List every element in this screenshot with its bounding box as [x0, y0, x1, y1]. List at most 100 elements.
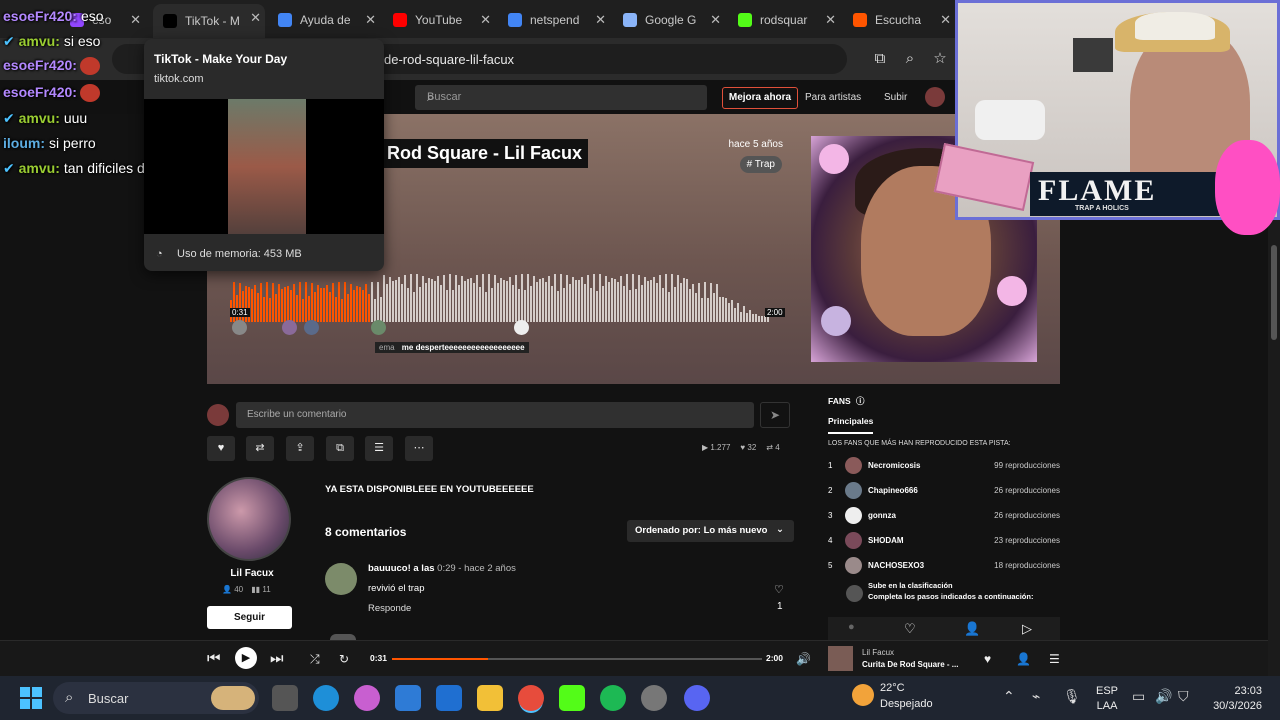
browser-tab[interactable]: netspend ✕: [498, 6, 610, 34]
fan-row[interactable]: 2 Chapineo666 26 reproducciones: [828, 482, 1060, 500]
comment-timestamp[interactable]: 0:29: [437, 563, 456, 574]
waveform-comment-avatar[interactable]: [304, 320, 319, 335]
fan-row[interactable]: 3 gonnza 26 reproducciones: [828, 507, 1060, 525]
bookmark-star-icon[interactable]: ☆: [930, 49, 950, 69]
close-tab-icon[interactable]: ✕: [825, 12, 836, 28]
reply-link[interactable]: Responde: [368, 603, 411, 614]
repeat-icon[interactable]: ↻: [339, 652, 349, 666]
language-indicator[interactable]: ESP LAA: [1096, 684, 1118, 714]
close-tab-icon[interactable]: ✕: [250, 10, 261, 26]
discord-icon[interactable]: [684, 685, 710, 711]
heart-icon[interactable]: ♡: [904, 621, 916, 637]
volume-icon[interactable]: 🔊: [796, 652, 811, 666]
start-icon[interactable]: [20, 687, 42, 709]
tracks-count[interactable]: 11: [262, 585, 270, 594]
share-button[interactable]: ⇪: [286, 436, 314, 461]
browser-tab[interactable]: TikTok - M ✕: [153, 4, 265, 38]
browser-tab[interactable]: rodsquar ✕: [728, 6, 840, 34]
install-app-icon[interactable]: ⧉: [870, 49, 890, 69]
volume-icon[interactable]: 🔊: [1155, 688, 1172, 705]
sort-dropdown[interactable]: Ordenado por: Lo más nuevo ⌄: [627, 520, 794, 542]
progress-bar[interactable]: [392, 658, 762, 660]
user-avatar[interactable]: [925, 87, 945, 107]
waveform-comment-avatar[interactable]: [371, 320, 386, 335]
tab-principales[interactable]: Principales: [828, 416, 874, 434]
waveform[interactable]: [230, 272, 770, 322]
fan-avatar[interactable]: [845, 507, 862, 524]
close-tab-icon[interactable]: ✕: [480, 12, 491, 28]
waveform-comment-avatar[interactable]: [232, 320, 247, 335]
follow-button[interactable]: Seguir: [207, 606, 292, 629]
search-input[interactable]: Buscar ⌕: [415, 85, 707, 110]
comment-username[interactable]: bauuuco! a las: [368, 563, 435, 574]
upgrade-button[interactable]: Mejora ahora: [722, 87, 798, 109]
fan-name[interactable]: Necromicosis: [868, 461, 920, 470]
fan-name[interactable]: SHODAM: [868, 536, 904, 545]
artist-name[interactable]: Lil Facux: [212, 568, 292, 579]
now-playing-artwork[interactable]: [828, 646, 853, 671]
artist-avatar[interactable]: [207, 477, 291, 561]
fan-name[interactable]: Chapineo666: [868, 486, 918, 495]
previous-icon[interactable]: ⏮: [207, 650, 221, 667]
send-comment-icon[interactable]: ➤: [760, 402, 790, 428]
close-tab-icon[interactable]: ✕: [595, 12, 606, 28]
followers-count[interactable]: 40: [234, 585, 243, 594]
outlook-icon[interactable]: [436, 685, 462, 711]
file-explorer-icon[interactable]: [477, 685, 503, 711]
close-tab-icon[interactable]: ✕: [710, 12, 721, 28]
more-button[interactable]: ⋯: [405, 436, 433, 461]
upload-link[interactable]: Subir: [884, 92, 907, 103]
chrome-icon[interactable]: [518, 685, 544, 711]
display-icon[interactable]: ▭: [1132, 688, 1145, 705]
store-icon[interactable]: [395, 685, 421, 711]
follow-icon[interactable]: 👤: [1016, 652, 1031, 666]
play-button[interactable]: ▶: [235, 647, 257, 669]
play-icon[interactable]: ▷: [1022, 621, 1032, 637]
add-to-next-up-button[interactable]: ☰: [365, 436, 393, 461]
copy-link-button[interactable]: ⧉: [326, 436, 354, 461]
show-hidden-icons-icon[interactable]: ⌃: [1003, 688, 1015, 705]
vpn-icon[interactable]: ⛉: [1178, 688, 1189, 705]
comment-avatar[interactable]: [325, 563, 357, 595]
comment-like-icon[interactable]: ♡: [774, 583, 784, 596]
for-artists-link[interactable]: Para artistas: [805, 92, 861, 103]
fan-avatar[interactable]: [845, 482, 862, 499]
network-icon[interactable]: ⌁: [1032, 688, 1040, 705]
fan-avatar[interactable]: [845, 557, 862, 574]
edge-icon[interactable]: [313, 685, 339, 711]
search-icon[interactable]: ⌕: [427, 89, 697, 105]
fan-row[interactable]: 5 NACHOSEXO3 18 reproducciones: [828, 557, 1060, 575]
browser-tab[interactable]: Escucha ✕: [843, 6, 955, 34]
waveform-comment-avatar[interactable]: [514, 320, 529, 335]
fan-avatar[interactable]: [845, 532, 862, 549]
genre-tag[interactable]: # Trap: [739, 156, 782, 173]
browser-tab[interactable]: Google G ✕: [613, 6, 725, 34]
browser-tab[interactable]: Ayuda de ✕: [268, 6, 380, 34]
fan-name[interactable]: gonnza: [868, 511, 896, 520]
queue-icon[interactable]: ☰: [1049, 652, 1060, 666]
info-icon[interactable]: ⓘ: [856, 396, 865, 406]
microphone-icon[interactable]: 🎙: [1063, 688, 1081, 705]
kick-icon[interactable]: [559, 685, 585, 711]
fan-row[interactable]: 1 Necromicosis 99 reproducciones: [828, 457, 1060, 475]
like-icon[interactable]: ♥: [984, 652, 991, 666]
fan-avatar[interactable]: [845, 457, 862, 474]
scrollbar-thumb[interactable]: [1271, 245, 1277, 340]
now-playing-title[interactable]: Curita De Rod Square - ...: [862, 660, 958, 669]
now-playing-artist[interactable]: Lil Facux: [862, 648, 894, 657]
fan-row[interactable]: 4 SHODAM 23 reproducciones: [828, 532, 1060, 550]
repost-button[interactable]: ⇄: [246, 436, 274, 461]
comment-input[interactable]: Escribe un comentario: [236, 402, 754, 428]
waveform-comment-avatar[interactable]: [282, 320, 297, 335]
shuffle-icon[interactable]: ⤮: [310, 652, 320, 667]
obs-icon[interactable]: [641, 685, 667, 711]
fan-name[interactable]: NACHOSEXO3: [868, 561, 924, 570]
copilot-icon[interactable]: [354, 685, 380, 711]
follow-user-icon[interactable]: 👤: [964, 621, 980, 637]
next-icon[interactable]: ⏭: [270, 650, 284, 667]
like-button[interactable]: ♥: [207, 436, 235, 461]
clock[interactable]: 23:03 30/3/2026: [1206, 684, 1262, 714]
close-tab-icon[interactable]: ✕: [940, 12, 951, 28]
browser-tab[interactable]: YouTube ✕: [383, 6, 495, 34]
spotify-icon[interactable]: [600, 685, 626, 711]
